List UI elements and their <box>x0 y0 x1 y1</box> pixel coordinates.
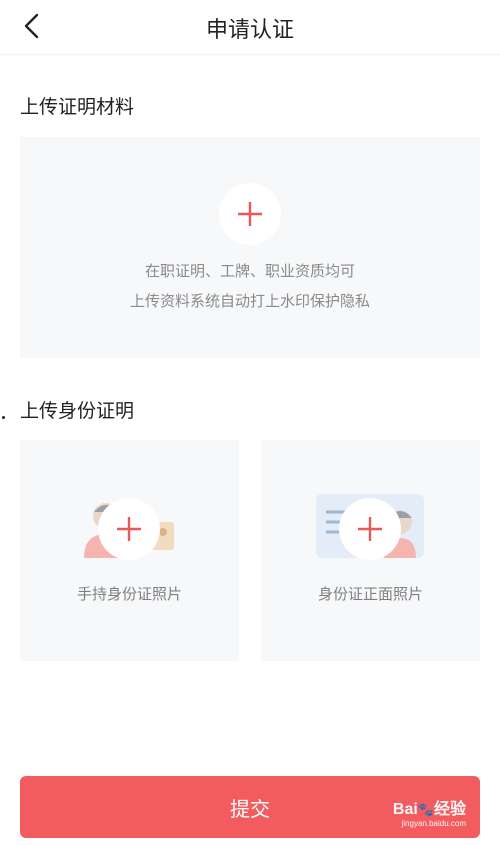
plus-icon <box>238 202 262 226</box>
add-handheld-id-button[interactable] <box>98 498 160 560</box>
plus-icon <box>358 517 382 541</box>
handheld-id-upload-card[interactable]: 手持身份证照片 <box>20 440 239 661</box>
material-upload-card[interactable]: 在职证明、工牌、职业资质均可 上传资料系统自动打上水印保护隐私 <box>20 137 480 358</box>
page-title: 申请认证 <box>205 18 294 43</box>
watermark-url: jingyan.baidu.com <box>401 819 466 828</box>
id-front-label: 身份证正面照片 <box>317 585 423 603</box>
id-section-title: 上传身份证明 <box>20 400 135 422</box>
material-hint-line1: 在职证明、工牌、职业资质均可 <box>144 262 355 280</box>
plus-icon <box>117 517 141 541</box>
material-section-title: 上传证明材料 <box>20 96 135 118</box>
id-front-upload-card[interactable]: 身份证正面照片 <box>261 440 480 661</box>
paw-icon: 🐾 <box>417 802 434 817</box>
submit-button[interactable]: 提交 Bai🐾经验 jingyan.baidu.com <box>20 776 480 838</box>
nav-bar: 申请认证 <box>0 0 500 55</box>
submit-label: 提交 <box>230 796 270 821</box>
baidu-watermark: Bai🐾经验 jingyan.baidu.com <box>393 802 466 828</box>
add-id-front-button[interactable] <box>339 498 401 560</box>
handheld-id-label: 手持身份证照片 <box>76 585 182 603</box>
bullet-dot <box>2 416 5 419</box>
material-hint-line2: 上传资料系统自动打上水印保护隐私 <box>129 292 370 310</box>
watermark-brand-suffix: 经验 <box>433 801 466 818</box>
watermark-brand: Bai <box>392 801 418 818</box>
add-material-button[interactable] <box>219 183 281 245</box>
